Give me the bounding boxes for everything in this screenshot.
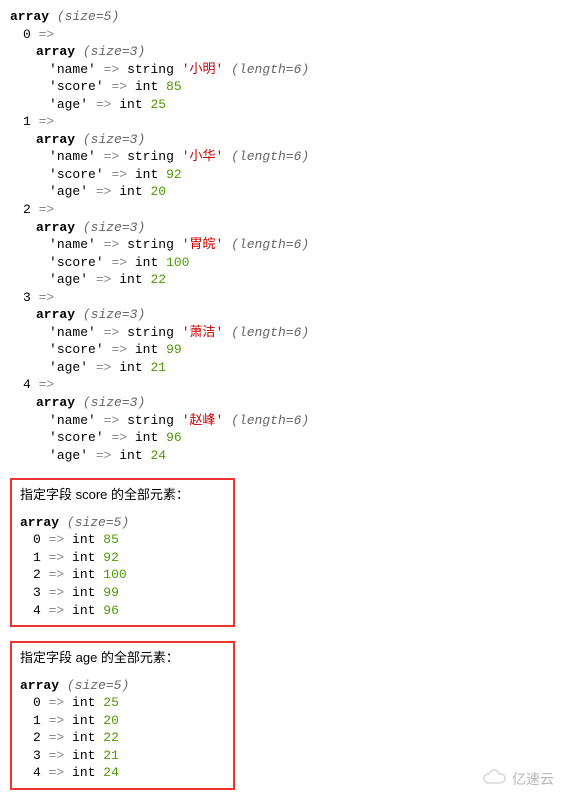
record-name-line: 'name' => string '胃皖' (length=6) (10, 236, 554, 254)
record-age-line: 'age' => int 21 (10, 359, 554, 377)
box-item-line: 0 => int 25 (20, 694, 225, 712)
watermark-text: 亿速云 (512, 770, 554, 789)
record-age-line: 'age' => int 24 (10, 447, 554, 465)
record-size: (size=3) (83, 132, 145, 147)
box-item-line: 1 => int 20 (20, 712, 225, 730)
token-array-inner: array (36, 307, 75, 322)
token-array-inner: array (36, 395, 75, 410)
record-score-line: 'score' => int 85 (10, 78, 554, 96)
record-size: (size=3) (83, 307, 145, 322)
record-score-line: 'score' => int 99 (10, 341, 554, 359)
result-box: 指定字段 score 的全部元素： array (size=5) 0 => in… (10, 478, 235, 627)
box-item-line: 4 => int 24 (20, 764, 225, 782)
record-size: (size=3) (83, 220, 145, 235)
cloud-icon (482, 769, 508, 790)
watermark: 亿速云 (482, 769, 554, 790)
record-block: 1 => array (size=3) 'name' => string '小华… (10, 113, 554, 201)
outer-size: (size=5) (57, 9, 119, 24)
vardump-output: array (size=5) 0 => array (size=3) 'name… (10, 8, 554, 464)
record-index: 4 (23, 377, 31, 392)
record-age-line: 'age' => int 22 (10, 271, 554, 289)
record-index: 2 (23, 202, 31, 217)
box-array-token: array (20, 678, 59, 693)
record-size: (size=3) (83, 44, 145, 59)
record-index: 0 (23, 27, 31, 42)
record-name-line: 'name' => string '赵峰' (length=6) (10, 412, 554, 430)
record-block: 4 => array (size=3) 'name' => string '赵峰… (10, 376, 554, 464)
box-item-line: 2 => int 22 (20, 729, 225, 747)
record-age-line: 'age' => int 25 (10, 96, 554, 114)
record-block: 2 => array (size=3) 'name' => string '胃皖… (10, 201, 554, 289)
box-item-line: 4 => int 96 (20, 602, 225, 620)
record-score-line: 'score' => int 100 (10, 254, 554, 272)
token-array-inner: array (36, 44, 75, 59)
box-item-line: 3 => int 99 (20, 584, 225, 602)
record-index: 1 (23, 114, 31, 129)
record-size: (size=3) (83, 395, 145, 410)
result-box-title: 指定字段 score 的全部元素： (20, 486, 225, 504)
box-item-line: 0 => int 85 (20, 531, 225, 549)
record-score-line: 'score' => int 92 (10, 166, 554, 184)
box-array-token: array (20, 515, 59, 530)
token-array-inner: array (36, 220, 75, 235)
box-item-line: 2 => int 100 (20, 566, 225, 584)
token-array-inner: array (36, 132, 75, 147)
record-name-line: 'name' => string '小明' (length=6) (10, 61, 554, 79)
token-array: array (10, 9, 49, 24)
box-size: (size=5) (67, 515, 129, 530)
record-name-line: 'name' => string '萧洁' (length=6) (10, 324, 554, 342)
record-score-line: 'score' => int 96 (10, 429, 554, 447)
result-box-title: 指定字段 age 的全部元素： (20, 649, 225, 667)
record-block: 3 => array (size=3) 'name' => string '萧洁… (10, 289, 554, 377)
box-size: (size=5) (67, 678, 129, 693)
record-block: 0 => array (size=3) 'name' => string '小明… (10, 26, 554, 114)
result-box: 指定字段 age 的全部元素： array (size=5) 0 => int … (10, 641, 235, 790)
box-item-line: 1 => int 92 (20, 549, 225, 567)
record-name-line: 'name' => string '小华' (length=6) (10, 148, 554, 166)
record-index: 3 (23, 290, 31, 305)
record-age-line: 'age' => int 20 (10, 183, 554, 201)
box-item-line: 3 => int 21 (20, 747, 225, 765)
